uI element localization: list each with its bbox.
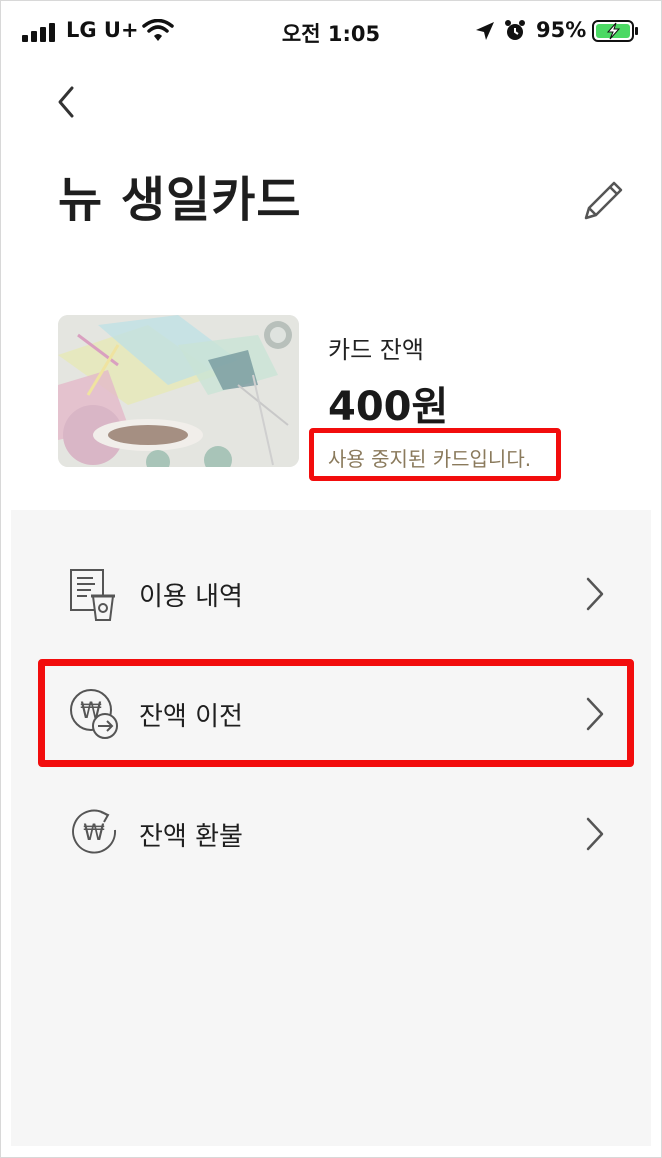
menu-item-usage-history[interactable]: 이용 내역 <box>11 546 651 636</box>
balance-label: 카드 잔액 <box>328 336 424 364</box>
receipt-cup-icon <box>70 569 115 621</box>
balance-value: 400원 <box>328 384 449 430</box>
back-chevron-icon[interactable] <box>50 82 86 122</box>
menu-item-label: 잔액 환불 <box>139 822 243 852</box>
location-icon <box>476 22 494 40</box>
menu-item-balance-refund[interactable]: ₩ 잔액 환불 <box>11 786 651 876</box>
battery-percentage: 95% <box>536 18 587 42</box>
svg-text:₩: ₩ <box>83 821 105 846</box>
pencil-icon[interactable] <box>578 176 628 226</box>
chevron-right-icon <box>586 817 604 851</box>
status-bar: LG U+ 오전 1:05 95% <box>0 0 662 64</box>
card-image <box>58 315 299 467</box>
battery-icon <box>592 20 638 42</box>
page-title: 뉴 생일카드 <box>58 172 302 228</box>
card-status-message: 사용 중지된 카드입니다. <box>328 447 532 471</box>
balance-transfer-highlight <box>38 659 634 767</box>
card-status-highlight: 사용 중지된 카드입니다. <box>309 428 561 481</box>
card-menu: 이용 내역 ₩ 잔액 이전 ₩ 잔액 환불 <box>11 510 651 1146</box>
won-refund-icon: ₩ <box>72 809 117 854</box>
alarm-icon <box>505 20 525 40</box>
menu-item-label: 이용 내역 <box>139 582 243 612</box>
chevron-right-icon <box>586 577 604 611</box>
